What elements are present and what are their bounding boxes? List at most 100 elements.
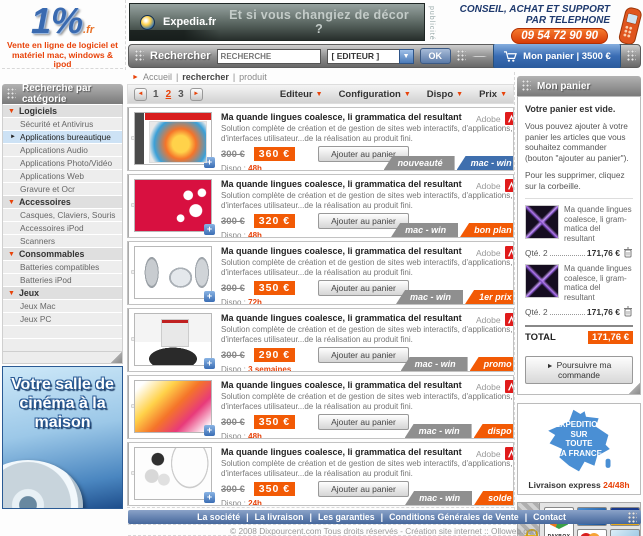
search-ok-button[interactable]: OK	[419, 48, 452, 64]
zoom-plus-icon[interactable]	[204, 224, 215, 235]
page-prev-button[interactable]: ◄	[134, 87, 147, 101]
chevron-down-icon[interactable]: ▼	[398, 48, 414, 64]
cart-items: Ma quande lingues coalesce, li gram-mati…	[525, 205, 633, 317]
zoom-plus-icon[interactable]	[204, 492, 215, 503]
card-edge	[128, 242, 135, 304]
sidebar-item-label: Accessoires	[18, 197, 71, 207]
brand: Adobe	[476, 380, 513, 393]
site-logo[interactable]: 1%.fr Vente en ligne de logiciel et maté…	[2, 2, 123, 69]
page-number[interactable]: 3	[177, 89, 185, 100]
tag-badge: mac - win	[391, 223, 459, 237]
search-input[interactable]	[216, 48, 321, 64]
product-info: Ma quande lingues coalesce, li grammatic…	[217, 108, 513, 170]
drag-grip-icon	[135, 50, 144, 62]
filter-dropdown[interactable]: Prix ▼	[479, 89, 507, 100]
trash-icon[interactable]	[623, 247, 633, 258]
sidebar-item[interactable]: Applications Photo/Vidéo	[3, 156, 122, 169]
add-to-cart-button[interactable]: Ajouter au panier	[318, 481, 409, 497]
price-badge: 350 €	[253, 482, 296, 496]
product-thumbnail[interactable]	[134, 447, 215, 503]
product-thumbnail[interactable]	[134, 112, 215, 168]
sidebar-item[interactable]: Casques, Claviers, Souris	[3, 208, 122, 221]
sidebar-item[interactable]: Jeux PC	[3, 312, 122, 325]
sidebar-item[interactable]: Applications Web	[3, 169, 122, 182]
filter-dropdown[interactable]: Editeur ▼	[280, 89, 323, 100]
page-number[interactable]: 1	[152, 89, 160, 100]
trash-icon[interactable]	[623, 306, 633, 317]
footer-link[interactable]: La société	[197, 512, 240, 522]
product-title[interactable]: Ma quande lingues coalesce, li grammatic…	[221, 246, 513, 256]
cart-button[interactable]: Mon panier | 3500 €	[493, 44, 621, 68]
sidebar-item[interactable]: ▼ Jeux	[3, 286, 122, 299]
sidebar-item[interactable]: Applications Audio	[3, 143, 122, 156]
sidebar-item[interactable]	[3, 338, 122, 351]
sidebar-item-label: Jeux Mac	[20, 301, 56, 311]
product-title[interactable]: Ma quande lingues coalesce, li grammatic…	[221, 380, 513, 390]
add-to-cart-button[interactable]: Ajouter au panier	[318, 347, 409, 363]
shipping-map-text: EXPEDITION SUR TOUTE LA FRANCE	[518, 420, 640, 458]
ad-banner[interactable]: Expedia.fr Et si vous changiez de décor …	[129, 3, 425, 41]
product-title[interactable]: Ma quande lingues coalesce, li grammatic…	[221, 112, 513, 122]
footer-link[interactable]: La livraison	[255, 512, 304, 522]
tag-badge: mac - win	[404, 424, 472, 438]
sidebar-item[interactable]: Batteries compatibles	[3, 260, 122, 273]
sidebar-item[interactable]: Scanners	[3, 234, 122, 247]
brand-label: Adobe	[476, 247, 501, 258]
card-edge	[128, 443, 135, 505]
sidebar-item[interactable]: ▼ Logiciels	[3, 104, 122, 117]
sidebar-item[interactable]	[3, 325, 122, 338]
product-info: Ma quande lingues coalesce, li grammatic…	[217, 309, 513, 371]
tag-badge: 1er prix	[465, 290, 513, 304]
shipping-line: SUR	[570, 429, 588, 439]
zoom-plus-icon[interactable]	[204, 291, 215, 302]
breadcrumb-link[interactable]: rechercher	[182, 72, 229, 82]
adobe-logo-icon	[504, 179, 513, 192]
sidebar-item[interactable]: Jeux Mac	[3, 299, 122, 312]
shipping-caption: Livraison express 24/48h	[518, 480, 640, 490]
breadcrumb-link[interactable]: Accueil	[143, 72, 172, 82]
logo-tld: .fr	[83, 24, 95, 36]
sidebar-item[interactable]: ▼ Consommables	[3, 247, 122, 260]
results-toolbar: ◄ 123 ► Editeur ▼ Configuration ▼ Dispo …	[127, 84, 514, 104]
add-to-cart-button[interactable]: Ajouter au panier	[318, 414, 409, 430]
adobe-logo-icon	[504, 246, 513, 259]
cart-empty-title: Votre panier est vide.	[525, 104, 616, 114]
product-thumbnail[interactable]	[134, 246, 215, 302]
zoom-plus-icon[interactable]	[204, 425, 215, 436]
product-thumbnail[interactable]	[134, 179, 215, 235]
product-title[interactable]: Ma quande lingues coalesce, li grammatic…	[221, 179, 513, 189]
row-arrow-icon: ►	[10, 134, 16, 140]
sidebar-item[interactable]: ► Applications bureautique	[3, 130, 122, 143]
product-thumbnail[interactable]	[134, 380, 215, 436]
row-arrow-icon: ▼	[8, 107, 15, 115]
product-title[interactable]: Ma quande lingues coalesce, li grammatic…	[221, 447, 513, 457]
checkout-button[interactable]: ► Poursuivre ma commande	[525, 356, 633, 384]
editor-select[interactable]: [ EDITEUR ] ▼	[326, 48, 414, 64]
product-thumbnail[interactable]	[134, 313, 215, 369]
footer-link[interactable]: Les garanties	[318, 512, 375, 522]
tag-badge: nouveauté	[383, 156, 455, 170]
page-number[interactable]: 2	[165, 89, 173, 100]
layout-guide	[125, 0, 126, 70]
sidebar-item[interactable]: ▼ Accessoires	[3, 195, 122, 208]
sidebar-item-label: Scanners	[20, 236, 56, 246]
page-next-button[interactable]: ►	[189, 87, 203, 101]
drag-grip-icon	[7, 88, 16, 100]
filter-dropdown[interactable]: Dispo ▼	[427, 89, 463, 100]
product-title[interactable]: Ma quande lingues coalesce, li grammatic…	[221, 313, 513, 323]
promo-banner[interactable]: Votre salle de cinéma à la maison	[2, 366, 123, 509]
footer-link[interactable]: Contact	[533, 512, 566, 522]
sidebar-item[interactable]: Batteries iPod	[3, 273, 122, 286]
sidebar-item[interactable]: Accessoires iPod	[3, 221, 122, 234]
breadcrumb-arrow-icon: ►	[132, 73, 139, 81]
sidebar-item-label: Batteries compatibles	[20, 262, 100, 272]
filter-dropdown[interactable]: Configuration ▼	[339, 89, 411, 100]
zoom-plus-icon[interactable]	[204, 157, 215, 168]
footer-link[interactable]: Conditions Générales de Vente	[389, 512, 519, 522]
sidebar-item[interactable]: Sécurité et Antivirus	[3, 117, 122, 130]
sidebar-item[interactable]: Gravure et Ocr	[3, 182, 122, 195]
breadcrumb-link[interactable]: produit	[239, 72, 267, 82]
product-description: Solution complète de création et de gest…	[221, 258, 513, 277]
zoom-plus-icon[interactable]	[204, 358, 215, 369]
cart-icon	[504, 50, 518, 62]
